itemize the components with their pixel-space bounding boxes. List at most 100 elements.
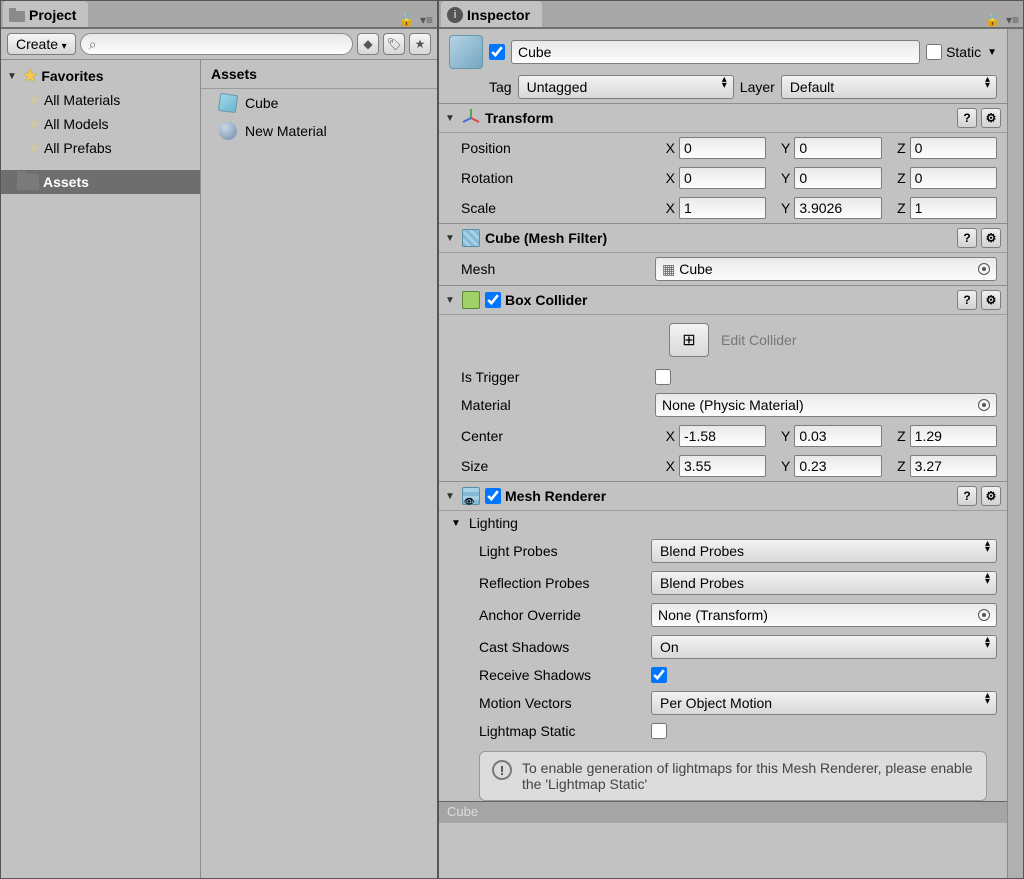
- assets-tree-item[interactable]: Assets: [1, 170, 200, 194]
- rotation-z-input[interactable]: [910, 167, 997, 189]
- position-x-input[interactable]: [679, 137, 766, 159]
- object-picker-icon[interactable]: [978, 263, 990, 275]
- gear-icon[interactable]: ⚙: [981, 290, 1001, 310]
- reflection-probes-dropdown[interactable]: Blend Probes: [651, 571, 997, 595]
- meshfilter-icon: [461, 228, 481, 248]
- foldout-icon[interactable]: ▼: [445, 113, 457, 124]
- meshfilter-header[interactable]: ▼ Cube (Mesh Filter) ? ⚙: [439, 223, 1007, 253]
- receive-shadows-checkbox[interactable]: [651, 667, 667, 683]
- help-button[interactable]: ?: [957, 486, 977, 506]
- mesh-row: Mesh ▦ Cube: [439, 253, 1007, 285]
- favorite-all-models[interactable]: ⌕All Models: [1, 112, 200, 136]
- help-button[interactable]: ?: [957, 228, 977, 248]
- asset-new-material[interactable]: New Material: [201, 117, 437, 145]
- gameobject-icon: [449, 35, 483, 69]
- inspector-tab-label: Inspector: [467, 7, 530, 23]
- scale-x-input[interactable]: [679, 197, 766, 219]
- folder-icon: [17, 174, 39, 190]
- position-y-input[interactable]: [794, 137, 881, 159]
- static-checkbox[interactable]: [926, 44, 942, 60]
- transform-header[interactable]: ▼ Transform ? ⚙: [439, 103, 1007, 133]
- is-trigger-checkbox[interactable]: [655, 369, 671, 385]
- foldout-icon[interactable]: ▼: [445, 233, 457, 244]
- boxcollider-header[interactable]: ▼ Box Collider ? ⚙: [439, 285, 1007, 315]
- edit-collider-label: Edit Collider: [721, 332, 796, 348]
- favorite-all-prefabs[interactable]: ⌕All Prefabs: [1, 136, 200, 160]
- layer-dropdown[interactable]: Default: [781, 75, 997, 99]
- receive-shadows-row: Receive Shadows: [439, 663, 1007, 687]
- scale-z-input[interactable]: [910, 197, 997, 219]
- meshrenderer-icon: [461, 486, 481, 506]
- gear-icon[interactable]: ⚙: [981, 108, 1001, 128]
- panel-menu-icon[interactable]: ▾≡: [1006, 13, 1019, 27]
- anchor-override-field[interactable]: None (Transform): [651, 603, 997, 627]
- gameobject-name-input[interactable]: [511, 40, 920, 64]
- reflection-probes-row: Reflection Probes Blend Probes: [439, 567, 1007, 599]
- material-icon: [219, 122, 237, 140]
- collider-size-row: Size X Y Z: [439, 451, 1007, 481]
- project-search-field[interactable]: ⌕: [80, 33, 353, 55]
- inspector-tab[interactable]: i Inspector: [441, 1, 542, 27]
- project-toolbar: Create ▾ ⌕ ◆ 🏷 ★: [1, 29, 437, 60]
- bottom-status-bar: Cube: [439, 801, 1007, 823]
- collider-material-row: Material None (Physic Material): [439, 389, 1007, 421]
- layer-label: Layer: [740, 79, 775, 95]
- scale-y-input[interactable]: [794, 197, 881, 219]
- foldout-icon[interactable]: ▼: [445, 295, 457, 306]
- help-button[interactable]: ?: [957, 290, 977, 310]
- lighting-foldout[interactable]: ▼ Lighting: [439, 511, 1007, 535]
- foldout-icon[interactable]: ▼: [445, 491, 457, 502]
- object-picker-icon[interactable]: [978, 609, 990, 621]
- gear-icon[interactable]: ⚙: [981, 228, 1001, 248]
- mesh-object-field[interactable]: ▦ Cube: [655, 257, 997, 281]
- asset-cube[interactable]: Cube: [201, 89, 437, 117]
- size-z-input[interactable]: [910, 455, 997, 477]
- center-z-input[interactable]: [910, 425, 997, 447]
- inspector-scrollbar[interactable]: [1007, 29, 1023, 878]
- physic-material-field[interactable]: None (Physic Material): [655, 393, 997, 417]
- rotation-y-input[interactable]: [794, 167, 881, 189]
- favorite-all-materials[interactable]: ⌕All Materials: [1, 88, 200, 112]
- project-tab[interactable]: Project: [3, 1, 88, 27]
- info-icon: !: [492, 760, 512, 780]
- foldout-icon[interactable]: ▼: [451, 518, 461, 529]
- search-icon: ⌕: [31, 115, 40, 133]
- help-button[interactable]: ?: [957, 108, 977, 128]
- filter-label-button[interactable]: 🏷: [383, 33, 405, 55]
- size-y-input[interactable]: [794, 455, 881, 477]
- gear-icon[interactable]: ⚙: [981, 486, 1001, 506]
- lock-icon[interactable]: 🔒: [399, 13, 414, 27]
- filter-favorite-button[interactable]: ★: [409, 33, 431, 55]
- meshrenderer-enabled-checkbox[interactable]: [485, 488, 501, 504]
- cast-shadows-dropdown[interactable]: On: [651, 635, 997, 659]
- boxcollider-enabled-checkbox[interactable]: [485, 292, 501, 308]
- search-icon: ⌕: [31, 91, 40, 109]
- object-picker-icon[interactable]: [978, 399, 990, 411]
- filter-type-button[interactable]: ◆: [357, 33, 379, 55]
- static-dropdown-icon[interactable]: ▼: [987, 47, 997, 58]
- foldout-icon[interactable]: ▼: [7, 71, 19, 82]
- center-x-input[interactable]: [679, 425, 766, 447]
- gameobject-active-checkbox[interactable]: [489, 44, 505, 60]
- lock-icon[interactable]: 🔒: [985, 13, 1000, 27]
- position-z-input[interactable]: [910, 137, 997, 159]
- size-x-input[interactable]: [679, 455, 766, 477]
- project-search-input[interactable]: [101, 37, 344, 52]
- meshrenderer-header[interactable]: ▼ Mesh Renderer ? ⚙: [439, 481, 1007, 511]
- favorites-header[interactable]: ▼ ★ Favorites: [1, 64, 200, 88]
- lightmap-static-checkbox[interactable]: [651, 723, 667, 739]
- edit-collider-button[interactable]: ⊞: [669, 323, 709, 357]
- light-probes-dropdown[interactable]: Blend Probes: [651, 539, 997, 563]
- transform-icon: [461, 108, 481, 128]
- center-y-input[interactable]: [794, 425, 881, 447]
- create-button[interactable]: Create ▾: [7, 33, 76, 55]
- rotation-x-input[interactable]: [679, 167, 766, 189]
- transform-scale-row: Scale X Y Z: [439, 193, 1007, 223]
- panel-menu-icon[interactable]: ▾≡: [420, 13, 433, 27]
- transform-position-row: Position X Y Z: [439, 133, 1007, 163]
- motion-vectors-dropdown[interactable]: Per Object Motion: [651, 691, 997, 715]
- tag-dropdown[interactable]: Untagged: [518, 75, 734, 99]
- cube-icon: [218, 93, 238, 113]
- project-tree: ▼ ★ Favorites ⌕All Materials ⌕All Models…: [1, 60, 201, 878]
- boxcollider-icon: [461, 290, 481, 310]
